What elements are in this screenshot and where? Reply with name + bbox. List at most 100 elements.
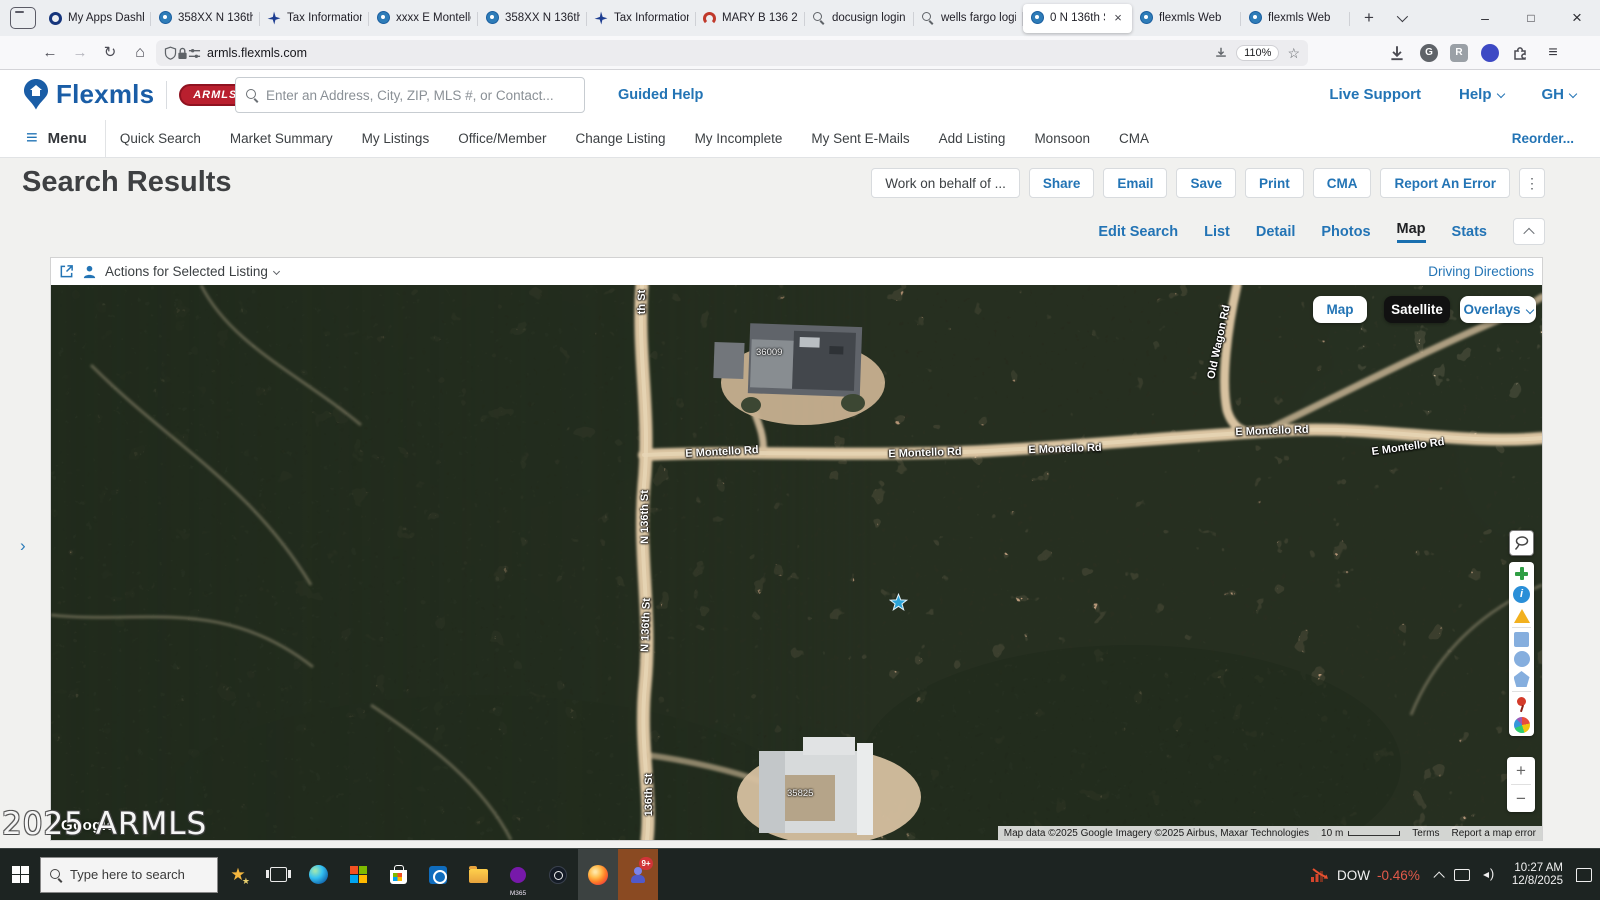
url-bar[interactable]: armls.flexmls.com 110% — [156, 40, 1308, 66]
browser-tab[interactable]: xxxx E Montello R — [369, 4, 478, 33]
external-link-icon[interactable] — [59, 264, 74, 279]
tab-close-icon[interactable] — [1111, 11, 1125, 25]
cma-button[interactable]: CMA — [1313, 168, 1372, 198]
header-search-input[interactable] — [266, 88, 574, 103]
sidebar-expander[interactable] — [20, 536, 26, 556]
display-cast-icon[interactable] — [1454, 869, 1470, 881]
extension-r-icon[interactable]: R — [1450, 44, 1468, 62]
nav-item-my-sent-emails[interactable]: My Sent E-Mails — [811, 131, 909, 146]
firefox-app-button[interactable] — [578, 849, 618, 900]
nav-item-cma[interactable]: CMA — [1119, 131, 1149, 146]
nav-item-quick-search[interactable]: Quick Search — [120, 131, 201, 146]
menu-hamburger-icon[interactable] — [26, 127, 38, 150]
back-icon[interactable] — [40, 43, 60, 63]
print-button[interactable]: Print — [1245, 168, 1304, 198]
browser-tab[interactable]: 358XX N 136th S — [478, 4, 587, 33]
window-minimize-button[interactable] — [1462, 0, 1508, 36]
nav-item-my-listings[interactable]: My Listings — [362, 131, 430, 146]
add-tool-icon[interactable] — [1513, 565, 1530, 582]
office-app-button[interactable] — [338, 849, 378, 900]
map-type-map-button[interactable]: Map — [1313, 296, 1367, 323]
bookmark-star-icon[interactable] — [1287, 45, 1300, 62]
tab-stats[interactable]: Stats — [1452, 224, 1487, 240]
flexmls-logo[interactable]: Flexmls ARMLS — [24, 79, 251, 110]
forward-icon[interactable] — [70, 43, 90, 63]
page-zoom-badge[interactable]: 110% — [1236, 45, 1279, 61]
action-center-icon[interactable] — [1576, 868, 1592, 882]
radius-select-icon[interactable] — [1514, 651, 1530, 667]
speaker-icon[interactable] — [1483, 868, 1499, 882]
map-viewport[interactable]: E Montello Rd E Montello Rd E Montello R… — [51, 285, 1542, 840]
save-button[interactable]: Save — [1176, 168, 1236, 198]
polygon-select-icon[interactable] — [1514, 671, 1530, 687]
pushpin-tool-icon[interactable] — [1513, 696, 1530, 713]
extension-g-icon[interactable]: G — [1420, 44, 1438, 62]
taskbar-clock[interactable]: 10:27 AM 12/8/2025 — [1512, 862, 1563, 888]
tab-photos[interactable]: Photos — [1321, 224, 1370, 240]
rectangle-select-icon[interactable] — [1514, 632, 1529, 647]
save-to-pocket-icon[interactable] — [1214, 46, 1228, 60]
work-on-behalf-button[interactable]: Work on behalf of ... — [871, 168, 1020, 198]
task-view-button[interactable] — [258, 849, 298, 900]
ring-app-button[interactable] — [538, 849, 578, 900]
taskbar-search[interactable]: Type here to search — [40, 857, 218, 893]
nav-item-add-listing[interactable]: Add Listing — [939, 131, 1006, 146]
window-close-button[interactable] — [1554, 0, 1600, 36]
email-button[interactable]: Email — [1103, 168, 1167, 198]
report-error-button[interactable]: Report An Error — [1380, 168, 1510, 198]
browser-tab[interactable]: docusign login - — [805, 4, 914, 33]
help-menu[interactable]: Help — [1459, 86, 1504, 103]
stock-widget[interactable]: DOW -0.46% — [1310, 867, 1420, 883]
driving-directions-link[interactable]: Driving Directions — [1428, 264, 1534, 279]
nav-item-office-member[interactable]: Office/Member — [458, 131, 546, 146]
firefox-view-icon[interactable] — [10, 7, 36, 29]
tab-edit-search[interactable]: Edit Search — [1098, 224, 1178, 240]
guided-help-link[interactable]: Guided Help — [618, 87, 703, 103]
user-menu[interactable]: GH — [1542, 86, 1577, 103]
tab-list[interactable]: List — [1204, 224, 1230, 240]
copilot-sparkle-icon[interactable] — [218, 849, 258, 900]
teams-app-button[interactable]: 9+ — [618, 849, 658, 900]
home-icon[interactable] — [130, 43, 150, 63]
live-support-link[interactable]: Live Support — [1329, 86, 1421, 103]
actions-for-selected-listing-dropdown[interactable]: Actions for Selected Listing — [105, 264, 279, 279]
extensions-puzzle-icon[interactable] — [1511, 44, 1529, 62]
browser-tab[interactable]: flexmls Web — [1241, 4, 1350, 33]
share-button[interactable]: Share — [1029, 168, 1095, 198]
nav-item-market-summary[interactable]: Market Summary — [230, 131, 333, 146]
window-maximize-button[interactable] — [1508, 0, 1554, 36]
show-hidden-icons-chevron[interactable] — [1433, 871, 1444, 882]
start-button[interactable] — [0, 849, 40, 900]
file-explorer-button[interactable] — [458, 849, 498, 900]
downloads-icon[interactable] — [1388, 44, 1406, 62]
shield-icon[interactable] — [164, 46, 177, 60]
overlays-dropdown-button[interactable]: Overlays — [1460, 296, 1536, 323]
listing-star-marker[interactable] — [889, 593, 908, 612]
outlook-app-button[interactable] — [418, 849, 458, 900]
extension-blue-icon[interactable] — [1481, 44, 1499, 62]
zoom-out-button[interactable]: − — [1507, 785, 1535, 812]
zoom-in-button[interactable]: + — [1507, 757, 1535, 784]
person-icon[interactable] — [82, 264, 97, 279]
map-type-satellite-button[interactable]: Satellite — [1384, 296, 1450, 323]
reorder-link[interactable]: Reorder... — [1512, 131, 1574, 146]
lasso-select-button[interactable] — [1509, 530, 1534, 556]
browser-tab[interactable]: My Apps Dashbo — [42, 4, 151, 33]
new-tab-button[interactable] — [1356, 5, 1382, 31]
edge-app-button[interactable] — [298, 849, 338, 900]
list-all-tabs-icon[interactable] — [1388, 5, 1414, 31]
info-tool-icon[interactable]: i — [1513, 586, 1530, 603]
lock-icon[interactable] — [177, 47, 188, 60]
browser-tab[interactable]: Tax Information - — [587, 4, 696, 33]
nav-item-monsoon[interactable]: Monsoon — [1034, 131, 1090, 146]
browser-tab[interactable]: 358XX N 136th S — [151, 4, 260, 33]
terms-link[interactable]: Terms — [1406, 826, 1445, 840]
tab-map[interactable]: Map — [1397, 221, 1426, 243]
reload-icon[interactable] — [100, 43, 120, 63]
collapse-panel-button[interactable] — [1513, 218, 1545, 245]
nav-item-my-incomplete[interactable]: My Incomplete — [695, 131, 783, 146]
color-overlay-tool-icon[interactable] — [1514, 717, 1530, 733]
browser-tab[interactable]: MARY B 136 219- — [696, 4, 805, 33]
report-map-error-link[interactable]: Report a map error — [1446, 826, 1542, 840]
nav-item-change-listing[interactable]: Change Listing — [575, 131, 665, 146]
